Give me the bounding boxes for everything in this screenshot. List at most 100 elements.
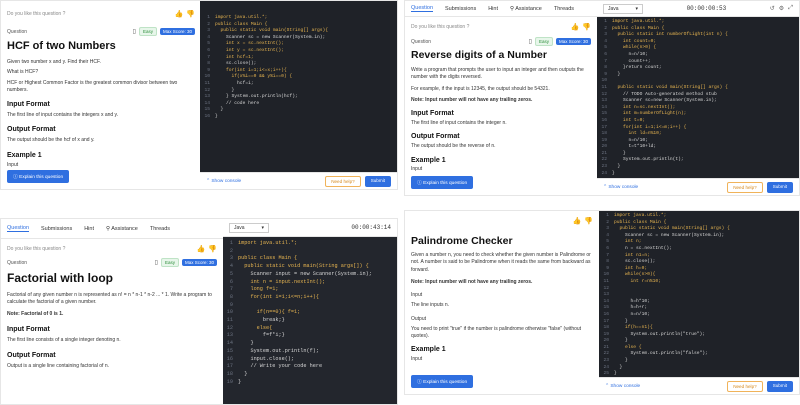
code-line[interactable]: 1 import java.util.*; [597,19,799,26]
code-line[interactable]: 17 // Write your code here [223,363,397,371]
code-line[interactable]: 23 } [599,358,799,365]
code-line[interactable]: 11 int r=n%10; [599,279,799,286]
code-line[interactable]: 3 public class Main { [223,255,397,263]
bookmark-icon[interactable]: ▯ [133,28,136,35]
code-line[interactable]: 4 public static void main(String args[])… [223,263,397,271]
code-line[interactable]: 6 n = sc.nextInt(); [599,246,799,253]
code-line[interactable]: 16 int t=0; [597,118,799,125]
tab-assistance[interactable]: ⚲ Assistance [106,226,138,232]
need-help-button[interactable]: Need help? [727,380,763,392]
tab-threads[interactable]: Threads [554,6,574,12]
code-line[interactable]: 5 Scanner input = new Scanner(System.in)… [223,271,397,279]
submit-button[interactable]: Submit [766,380,793,392]
code-line[interactable]: 18 int ld=n%10; [597,131,799,138]
code-line[interactable]: 22 System.out.println(t); [597,157,799,164]
code-line[interactable]: 8 }return count; [597,65,799,72]
show-console-link[interactable]: ⌃ Show console [605,384,640,389]
code-line[interactable]: 1 import java.util.*; [599,213,799,220]
code-line[interactable]: 11 break;} [223,317,397,325]
submit-button[interactable]: Submit [364,175,391,187]
code-line[interactable]: 8 sc.close(); [200,61,397,68]
tab-question[interactable]: Question [7,225,30,232]
code-line[interactable]: 13 Scanner sc=new Scanner(System.in); [597,98,799,105]
code-line[interactable]: 15 } [200,107,397,114]
code-line[interactable]: 3 public static void main(String[] args)… [599,226,799,233]
bookmark-icon[interactable]: ▯ [155,259,158,266]
code-line[interactable]: 13 f=f*i;} [223,332,397,340]
code-line[interactable]: 9 } [597,72,799,79]
tab-threads[interactable]: Threads [150,226,170,232]
code-editor[interactable]: 1 import java.util.*; 2 public class Main {… [200,15,397,121]
code-line[interactable]: 19} [223,379,397,387]
code-line[interactable]: 15 int m=numberOfLight(n); [597,111,799,118]
code-line[interactable]: 18 } [223,371,397,379]
thumbs-up-icon[interactable]: 👍 [175,10,184,18]
settings-icon[interactable]: ⚙ [779,5,784,12]
tab-hint[interactable]: Hint [84,226,94,232]
code-line[interactable]: 10 if(x%i==0 && y%i==0) { [200,74,397,81]
language-select[interactable]: Java ▾ [603,3,643,14]
code-line[interactable]: 15 System.out.println(f); [223,348,397,356]
language-select[interactable]: Java ▾ [229,222,269,233]
code-line[interactable]: 16 n=n/10; [599,312,799,319]
submit-button[interactable]: Submit [766,181,793,193]
explain-question-button[interactable]: ⓘ Explain this question [411,176,474,189]
code-line[interactable]: 2 [223,248,397,256]
tab-hint[interactable]: Hint [488,6,498,12]
code-line[interactable]: 6 int y = sc.nextInt(); [200,48,397,55]
show-console-link[interactable]: ⌃ Show console [206,179,241,184]
explain-question-button[interactable]: ⓘ Explain this question [7,170,70,183]
code-line[interactable]: 3 public static int numberOfLight(int n)… [597,32,799,39]
code-editor[interactable]: 1 import java.util.*; 2 3 public class Main … [223,240,397,386]
code-line[interactable]: 10 while(n>0){ [599,272,799,279]
show-console-link[interactable]: ⌃ Show console [603,185,638,190]
code-line[interactable]: 11 public static void main(String[] args… [597,85,799,92]
thumbs-up-icon[interactable]: 👍 [573,217,582,225]
fullscreen-icon[interactable]: ⤢ [788,5,793,12]
code-line[interactable]: 11 hcf=i; [200,81,397,88]
code-line[interactable]: 6 n=n/10; [597,52,799,59]
code-line[interactable]: 3 public static void main(String[] args)… [200,28,397,35]
explain-question-button[interactable]: ⓘ Explain this question [411,375,474,388]
code-line[interactable]: 24 } [599,365,799,372]
thumbs-down-icon[interactable]: 👎 [208,245,217,253]
code-line[interactable]: 20 } [599,338,799,345]
code-line[interactable]: 8 sc.close(); [599,259,799,266]
thumbs-up-icon[interactable]: 👍 [197,245,206,253]
code-line[interactable]: 5 int n; [599,239,799,246]
code-line[interactable]: 14 // code here [200,101,397,108]
tab-submissions[interactable]: Submissions [445,6,476,12]
code-line[interactable]: 14 } [223,340,397,348]
code-line[interactable]: 7 long f=1; [223,286,397,294]
thumbs-down-icon[interactable]: 👎 [186,10,195,18]
reset-icon[interactable]: ↺ [770,5,775,12]
code-line[interactable]: 13 [599,292,799,299]
code-line[interactable]: 12 else{ [223,325,397,333]
bookmark-icon[interactable]: ▯ [529,38,532,45]
code-editor[interactable]: 1 import java.util.*; 2 public class Main {… [599,213,799,378]
code-line[interactable]: 20 t=t*10+ld; [597,144,799,151]
code-line[interactable]: 10 if(n==0){ f=1; [223,309,397,317]
code-line[interactable]: 16} [200,114,397,121]
code-line[interactable]: 9 [223,302,397,310]
code-line[interactable]: 6 int n = input.nextInt(); [223,279,397,287]
tab-assistance[interactable]: ⚲ Assistance [510,6,542,12]
code-line[interactable]: 8 for(int i=1;i<=n;i++){ [223,294,397,302]
thumbs-down-icon[interactable]: 👎 [582,23,591,31]
thumbs-up-icon[interactable]: 👍 [571,23,580,31]
thumbs-down-icon[interactable]: 👎 [584,217,593,225]
code-editor[interactable]: 1 import java.util.*; 2 public class Main {… [597,19,799,177]
code-line[interactable]: 18 if(h==n1){ [599,325,799,332]
code-line[interactable]: 23 } [597,164,799,171]
need-help-button[interactable]: Need help? [325,175,361,187]
code-line[interactable]: 1 import java.util.*; [223,240,397,248]
code-line[interactable]: 1 import java.util.*; [200,15,397,22]
code-line[interactable]: 19 System.out.println("true"); [599,332,799,339]
code-line[interactable]: 13 } System.out.println(hcf); [200,94,397,101]
code-line[interactable]: 24} [597,171,799,178]
code-line[interactable]: 22 System.out.println("false"); [599,351,799,358]
code-line[interactable]: 15 h=h+r; [599,305,799,312]
code-line[interactable]: 5 int x = sc.nextInt(); [200,41,397,48]
code-line[interactable]: 12 [599,286,799,293]
tab-submissions[interactable]: Submissions [41,226,72,232]
